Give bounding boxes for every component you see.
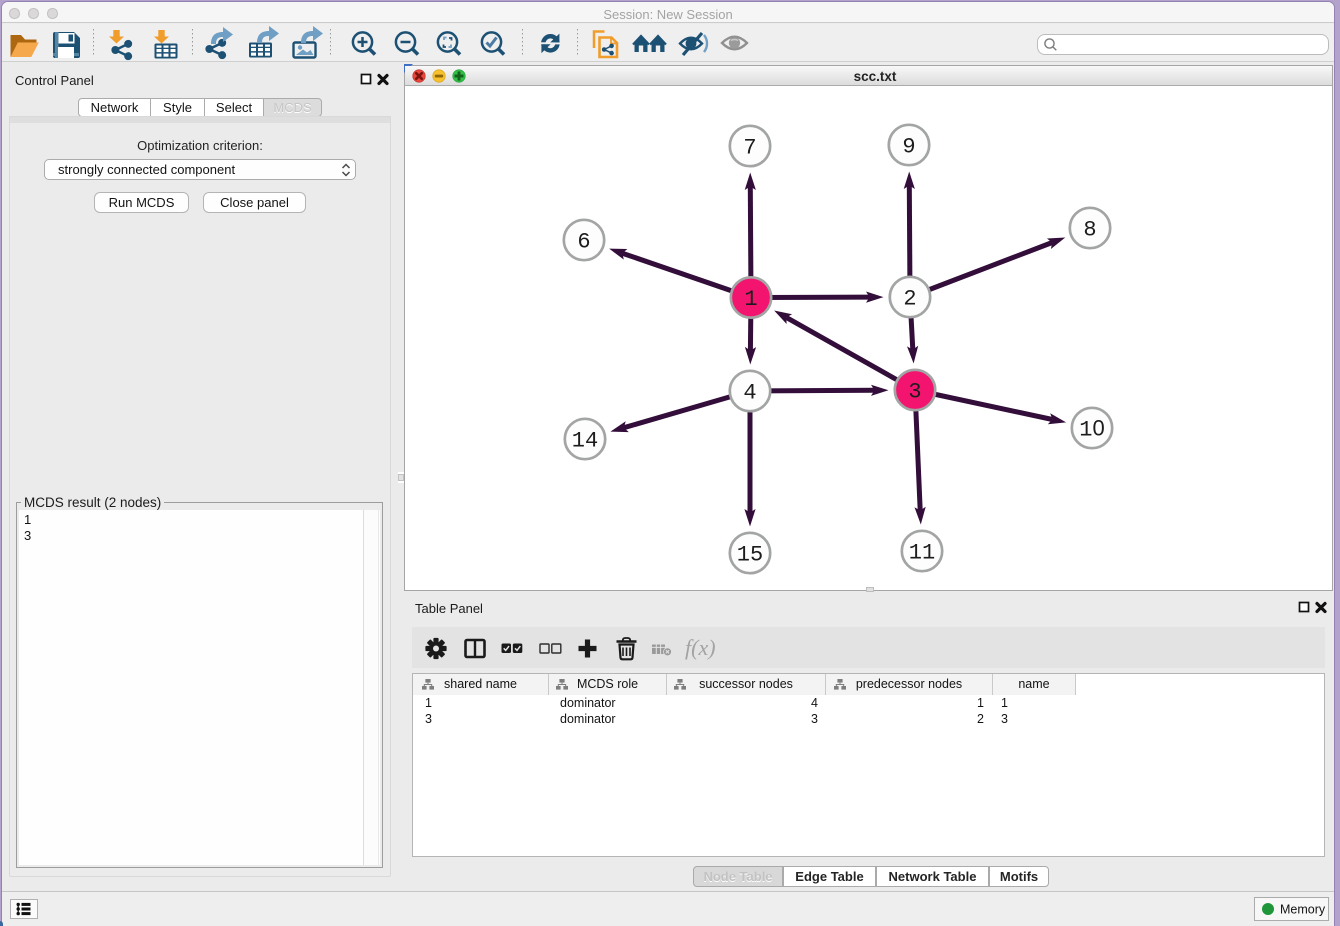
- svg-text:15: 15: [737, 543, 763, 568]
- svg-text:Memory: Memory: [1280, 903, 1326, 917]
- svg-text:14: 14: [572, 429, 598, 454]
- svg-text:7: 7: [743, 136, 756, 161]
- svg-text:f(x): f(x): [685, 635, 716, 660]
- svg-text:9: 9: [902, 135, 915, 160]
- svg-text:1: 1: [744, 287, 757, 312]
- svg-text:2: 2: [903, 287, 916, 312]
- svg-text:4: 4: [743, 381, 756, 406]
- svg-text:10: 10: [1079, 416, 1104, 443]
- svg-text:6: 6: [577, 230, 590, 255]
- svg-text:3: 3: [908, 380, 921, 405]
- svg-text:11: 11: [909, 541, 935, 566]
- svg-text:8: 8: [1083, 218, 1096, 243]
